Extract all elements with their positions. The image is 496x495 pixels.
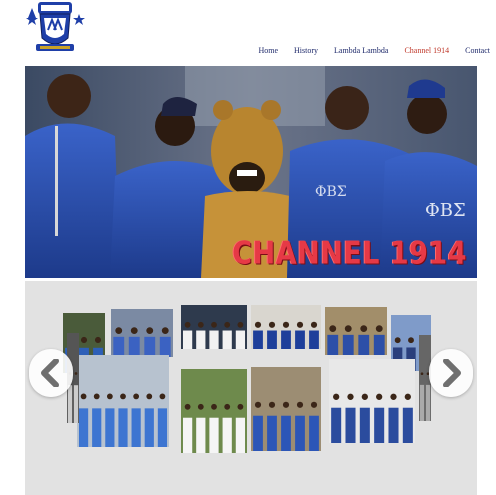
main-nav: Home History Lambda Lambda Channel 1914 Cont… bbox=[242, 46, 490, 55]
carousel-photo[interactable] bbox=[111, 309, 173, 357]
chevron-right-icon bbox=[443, 359, 461, 387]
nav-item-lambda-lambda[interactable]: Lambda Lambda bbox=[334, 46, 388, 55]
svg-text:ΦΒΣ: ΦΒΣ bbox=[315, 184, 347, 200]
photo-carousel bbox=[25, 281, 477, 495]
carousel-photo[interactable] bbox=[181, 369, 247, 453]
carousel-prev-button[interactable] bbox=[29, 349, 73, 397]
hero-caption: CHANNEL 1914 bbox=[232, 236, 467, 272]
nav-item-channel-1914[interactable]: Channel 1914 bbox=[404, 46, 449, 55]
fraternity-crest-icon bbox=[26, 2, 85, 51]
hero-banner: ΦΒΣ ΦΒΣ CHANNEL 1914 bbox=[25, 66, 477, 278]
nav-item-contact[interactable]: Contact bbox=[465, 46, 490, 55]
nav-item-home[interactable]: Home bbox=[258, 46, 278, 55]
carousel-photo[interactable] bbox=[77, 355, 169, 447]
carousel-photo[interactable] bbox=[251, 367, 321, 451]
svg-text:ΦΒΣ: ΦΒΣ bbox=[425, 200, 466, 221]
carousel-photo[interactable] bbox=[181, 305, 247, 349]
chevron-left-icon bbox=[41, 359, 59, 387]
carousel-photo[interactable] bbox=[251, 305, 321, 349]
nav-item-history[interactable]: History bbox=[294, 46, 318, 55]
carousel-photo[interactable] bbox=[329, 359, 415, 443]
carousel-photo[interactable] bbox=[325, 307, 387, 355]
carousel-next-button[interactable] bbox=[429, 349, 473, 397]
site-logo[interactable] bbox=[22, 0, 88, 54]
